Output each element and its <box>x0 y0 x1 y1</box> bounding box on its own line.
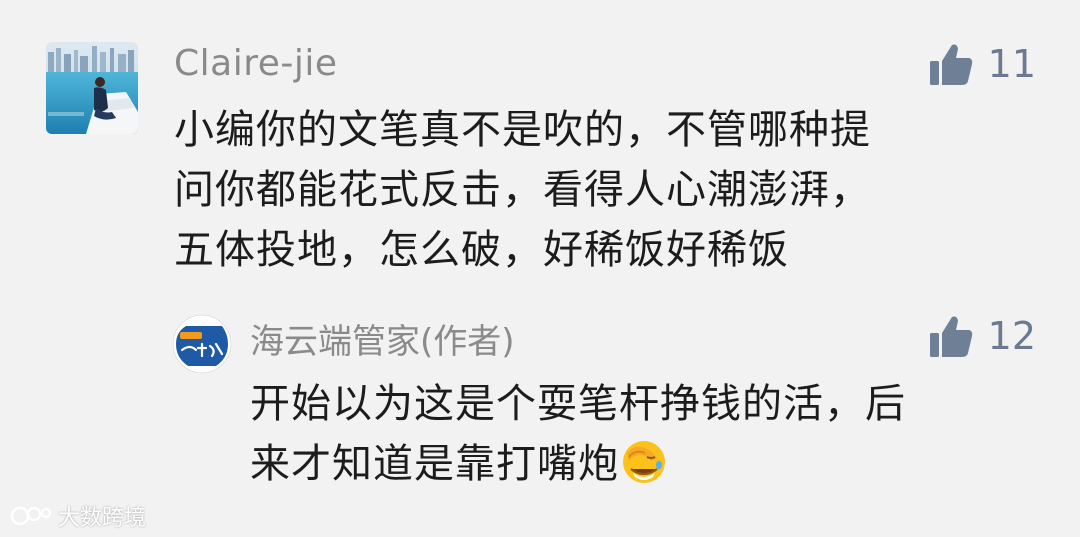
comment-text-line: 五体投地，怎么破，好稀饭好稀饭 <box>174 227 789 273</box>
brand-logo-avatar <box>172 314 232 374</box>
reply-like-button[interactable]: 12 <box>928 312 1036 360</box>
like-count: 11 <box>987 42 1036 86</box>
watermark-text: 大数跨境 <box>58 506 147 531</box>
like-button[interactable]: 11 <box>928 40 1036 88</box>
thumbs-up-icon <box>929 44 972 85</box>
thumbs-up-icon <box>929 316 972 357</box>
comment-author-name[interactable]: Claire-jie <box>174 40 338 88</box>
avatar[interactable] <box>46 42 138 134</box>
avatar-photo <box>46 42 138 134</box>
reply-text-line: 开始以为这是个耍笔杆挣钱的活，后 <box>250 381 906 427</box>
comment-text-line: 小编你的文笔真不是吹的，不管哪种提 <box>174 107 871 153</box>
reply-text: 开始以为这是个耍笔杆挣钱的活，后 来才知道是靠打嘴炮 <box>250 374 1030 494</box>
facepalm-laughing-emoji-icon <box>623 441 665 483</box>
watermark: 大数跨境 <box>10 500 146 532</box>
reply-text-fragment: 来才知道是靠打嘴炮 <box>250 441 619 487</box>
watermark-logo-icon <box>10 506 51 526</box>
comment-text-line: 问你都能花式反击，看得人心潮澎湃， <box>174 167 871 213</box>
reply-author-name[interactable]: 海云端管家(作者) <box>250 318 515 366</box>
reply-like-count: 12 <box>987 314 1036 358</box>
reply-avatar[interactable] <box>172 314 232 374</box>
comment-page: Claire-jie 11 小编你的文笔真不是吹的，不管哪种提 问你都能花式反击… <box>0 0 1080 537</box>
reply-text-line: 来才知道是靠打嘴炮 <box>250 434 1030 494</box>
comment-text: 小编你的文笔真不是吹的，不管哪种提 问你都能花式反击，看得人心潮澎湃， 五体投地… <box>174 100 1014 280</box>
